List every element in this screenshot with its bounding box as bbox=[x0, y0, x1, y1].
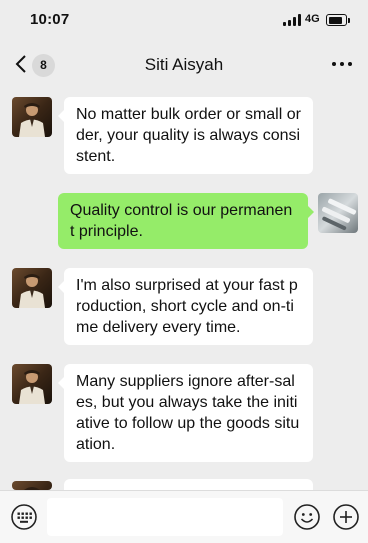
add-icon[interactable] bbox=[333, 504, 359, 530]
network-type: 4G bbox=[305, 13, 320, 25]
status-time: 10:07 bbox=[30, 11, 70, 28]
chat-header: 8 Siti Aisyah bbox=[0, 42, 368, 88]
message-input[interactable] bbox=[47, 498, 283, 536]
contact-avatar[interactable] bbox=[12, 268, 52, 308]
status-bar: 10:07 4G bbox=[0, 0, 368, 40]
my-avatar[interactable] bbox=[318, 193, 358, 233]
chat-title: Siti Aisyah bbox=[144, 55, 224, 74]
emoji-icon[interactable] bbox=[294, 504, 320, 530]
battery-icon bbox=[326, 14, 350, 26]
incoming-message[interactable]: Many suppliers ignore after-sales, but y… bbox=[58, 364, 313, 462]
incoming-message-partial[interactable] bbox=[58, 479, 313, 504]
contact-avatar[interactable] bbox=[12, 481, 52, 490]
unread-count-badge[interactable]: 8 bbox=[32, 54, 55, 77]
voice-icon[interactable] bbox=[11, 504, 37, 530]
outgoing-message[interactable]: Quality control is our permanent princip… bbox=[58, 193, 314, 249]
chat-input-bar bbox=[0, 490, 368, 543]
signal-icon bbox=[283, 14, 301, 26]
contact-avatar[interactable] bbox=[12, 97, 52, 137]
incoming-message[interactable]: I'm also surprised at your fast producti… bbox=[58, 268, 313, 345]
contact-avatar[interactable] bbox=[12, 364, 52, 404]
back-icon[interactable] bbox=[12, 53, 32, 75]
incoming-message[interactable]: No matter bulk order or small order, you… bbox=[58, 97, 313, 174]
more-icon[interactable] bbox=[330, 62, 354, 68]
